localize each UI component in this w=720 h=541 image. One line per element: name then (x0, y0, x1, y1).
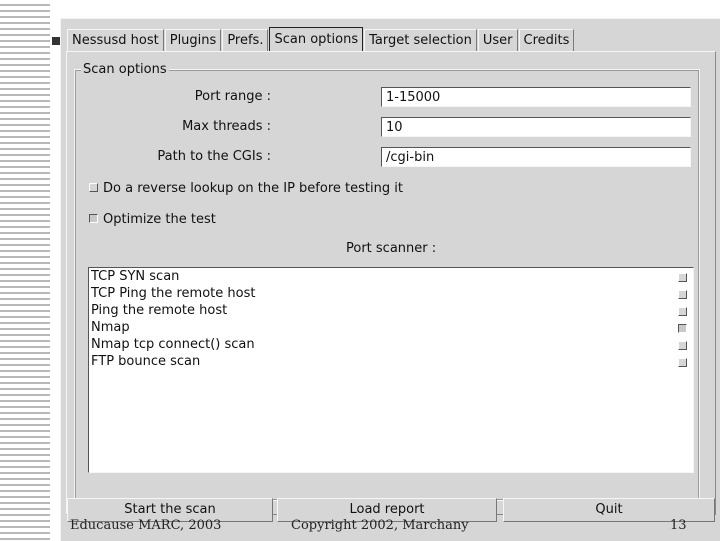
list-item-label: Ping the remote host (91, 303, 228, 318)
list-item-label: TCP Ping the remote host (91, 286, 256, 301)
scanner-checkbox[interactable] (678, 307, 687, 316)
max-threads-label: Max threads : (182, 119, 271, 134)
optimize-checkbox-box[interactable] (89, 214, 98, 223)
cgi-path-label: Path to the CGIs : (157, 149, 271, 164)
optimize-checkbox[interactable]: Optimize the test (89, 212, 216, 227)
scanner-checkbox[interactable] (678, 341, 687, 350)
optimize-label: Optimize the test (103, 212, 216, 227)
cgi-path-row: Path to the CGIs : /cgi-bin (61, 147, 720, 169)
tab-target-selection[interactable]: Target selection (364, 29, 477, 51)
tab-prefs[interactable]: Prefs. (222, 29, 269, 51)
port-range-input[interactable]: 1-15000 (381, 87, 691, 107)
scanner-checkbox[interactable] (678, 324, 687, 333)
reverse-lookup-checkbox[interactable]: Do a reverse lookup on the IP before tes… (89, 181, 403, 196)
cgi-path-input[interactable]: /cgi-bin (381, 147, 691, 167)
tab-nessusd-host[interactable]: Nessusd host (67, 29, 164, 51)
list-item-ping[interactable]: Ping the remote host (89, 302, 693, 319)
footer-page-number: 13 (670, 518, 687, 533)
scanner-checkbox[interactable] (678, 273, 687, 282)
list-item-tcp-syn[interactable]: TCP SYN scan (89, 268, 693, 285)
reverse-lookup-label: Do a reverse lookup on the IP before tes… (103, 181, 403, 196)
tab-bar: Nessusd host Plugins Prefs. Scan options… (67, 27, 575, 51)
port-range-row: Port range : 1-15000 (61, 87, 720, 109)
list-item-nmap[interactable]: Nmap (89, 319, 693, 336)
port-scanner-label: Port scanner : (346, 241, 437, 256)
nessus-window: Nessusd host Plugins Prefs. Scan options… (60, 18, 720, 541)
list-item-tcp-ping[interactable]: TCP Ping the remote host (89, 285, 693, 302)
footer-left: Educause MARC, 2003 (70, 518, 222, 533)
scan-options-title: Scan options (81, 62, 169, 77)
slide-stripe-decoration (0, 0, 50, 540)
reverse-lookup-checkbox-box[interactable] (89, 183, 98, 192)
list-item-label: Nmap (91, 320, 130, 335)
tab-credits[interactable]: Credits (518, 29, 575, 51)
tab-scan-options[interactable]: Scan options (269, 27, 364, 51)
port-scanner-list: TCP SYN scan TCP Ping the remote host Pi… (88, 267, 694, 473)
list-item-label: TCP SYN scan (91, 269, 180, 284)
list-item-ftp-bounce[interactable]: FTP bounce scan (89, 353, 693, 370)
slide-bullet (52, 37, 60, 45)
tab-plugins[interactable]: Plugins (164, 29, 222, 51)
port-range-label: Port range : (194, 89, 271, 104)
max-threads-row: Max threads : 10 (61, 117, 720, 139)
max-threads-input[interactable]: 10 (381, 117, 691, 137)
scanner-checkbox[interactable] (678, 358, 687, 367)
scanner-checkbox[interactable] (678, 290, 687, 299)
list-item-nmap-connect[interactable]: Nmap tcp connect() scan (89, 336, 693, 353)
list-item-label: FTP bounce scan (91, 354, 201, 369)
footer-copyright: Copyright 2002, Marchany (291, 518, 469, 533)
list-item-label: Nmap tcp connect() scan (91, 337, 255, 352)
tab-user[interactable]: User (477, 29, 518, 51)
